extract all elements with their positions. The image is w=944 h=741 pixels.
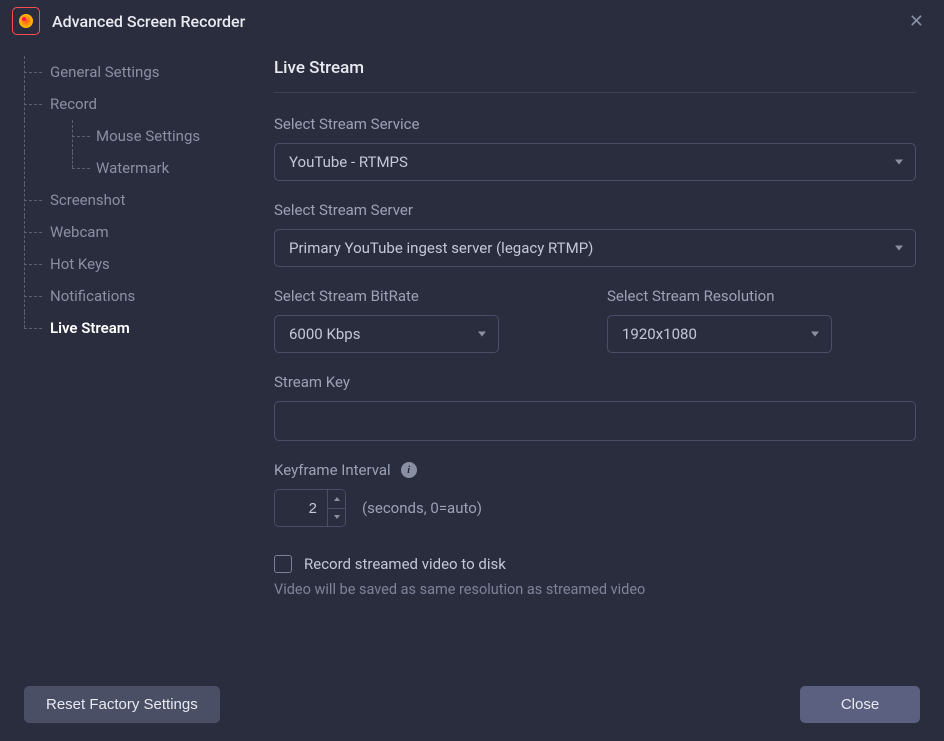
sidebar-item-watermark[interactable]: Watermark — [18, 152, 248, 184]
page-title: Live Stream — [274, 58, 916, 93]
keyframe-label: Keyframe Interval — [274, 461, 391, 479]
footer: Reset Factory Settings Close — [0, 672, 944, 741]
resolution-value: 1920x1080 — [622, 325, 697, 343]
sidebar-item-live-stream[interactable]: Live Stream — [18, 312, 248, 344]
stream-key-label: Stream Key — [274, 373, 916, 391]
resolution-select[interactable]: 1920x1080 — [607, 315, 832, 353]
stream-service-select[interactable]: YouTube - RTMPS — [274, 143, 916, 181]
stepper-down-button[interactable] — [328, 509, 345, 527]
sidebar-item-label: Live Stream — [50, 319, 130, 337]
close-icon[interactable]: ✕ — [901, 7, 932, 36]
sidebar-item-notifications[interactable]: Notifications — [18, 280, 248, 312]
reset-factory-button[interactable]: Reset Factory Settings — [24, 686, 220, 723]
sidebar-item-general-settings[interactable]: General Settings — [18, 56, 248, 88]
sidebar-item-label: Record — [50, 95, 97, 113]
resolution-label: Select Stream Resolution — [607, 287, 916, 305]
keyframe-input[interactable] — [275, 490, 327, 526]
stream-key-input[interactable] — [274, 401, 916, 441]
sidebar-item-label: General Settings — [50, 63, 160, 81]
record-to-disk-help: Video will be saved as same resolution a… — [274, 581, 916, 598]
chevron-down-icon — [895, 246, 903, 251]
sidebar-item-mouse-settings[interactable]: Mouse Settings — [18, 120, 248, 152]
chevron-down-icon — [334, 515, 340, 519]
sidebar-item-hot-keys[interactable]: Hot Keys — [18, 248, 248, 280]
sidebar-item-label: Screenshot — [50, 191, 125, 209]
record-to-disk-label: Record streamed video to disk — [304, 555, 506, 573]
stream-service-label: Select Stream Service — [274, 115, 916, 133]
close-button[interactable]: Close — [800, 686, 920, 723]
keyframe-hint: (seconds, 0=auto) — [362, 499, 482, 517]
sidebar-item-webcam[interactable]: Webcam — [18, 216, 248, 248]
sidebar-item-record[interactable]: Record — [18, 88, 248, 120]
app-icon — [12, 7, 40, 35]
bitrate-select[interactable]: 6000 Kbps — [274, 315, 499, 353]
info-icon[interactable]: i — [401, 462, 417, 478]
titlebar: Advanced Screen Recorder ✕ — [0, 0, 944, 42]
sidebar-item-label: Hot Keys — [50, 255, 110, 273]
chevron-up-icon — [334, 497, 340, 501]
chevron-down-icon — [478, 332, 486, 337]
sidebar-item-screenshot[interactable]: Screenshot — [18, 184, 248, 216]
record-to-disk-checkbox[interactable] — [274, 555, 292, 573]
sidebar-item-label: Webcam — [50, 223, 109, 241]
sidebar-item-label: Watermark — [96, 159, 169, 177]
stepper-up-button[interactable] — [328, 490, 345, 509]
sidebar: General Settings Record Mouse Settings W… — [0, 42, 248, 672]
stream-service-value: YouTube - RTMPS — [289, 153, 408, 171]
bitrate-value: 6000 Kbps — [289, 325, 360, 343]
content-pane: Live Stream Select Stream Service YouTub… — [248, 42, 944, 672]
sidebar-item-label: Notifications — [50, 287, 135, 305]
stream-server-label: Select Stream Server — [274, 201, 916, 219]
chevron-down-icon — [895, 160, 903, 165]
stream-server-select[interactable]: Primary YouTube ingest server (legacy RT… — [274, 229, 916, 267]
app-title: Advanced Screen Recorder — [52, 12, 901, 31]
bitrate-label: Select Stream BitRate — [274, 287, 583, 305]
chevron-down-icon — [811, 332, 819, 337]
keyframe-stepper[interactable] — [274, 489, 346, 527]
sidebar-item-label: Mouse Settings — [96, 127, 200, 145]
stream-server-value: Primary YouTube ingest server (legacy RT… — [289, 239, 593, 257]
